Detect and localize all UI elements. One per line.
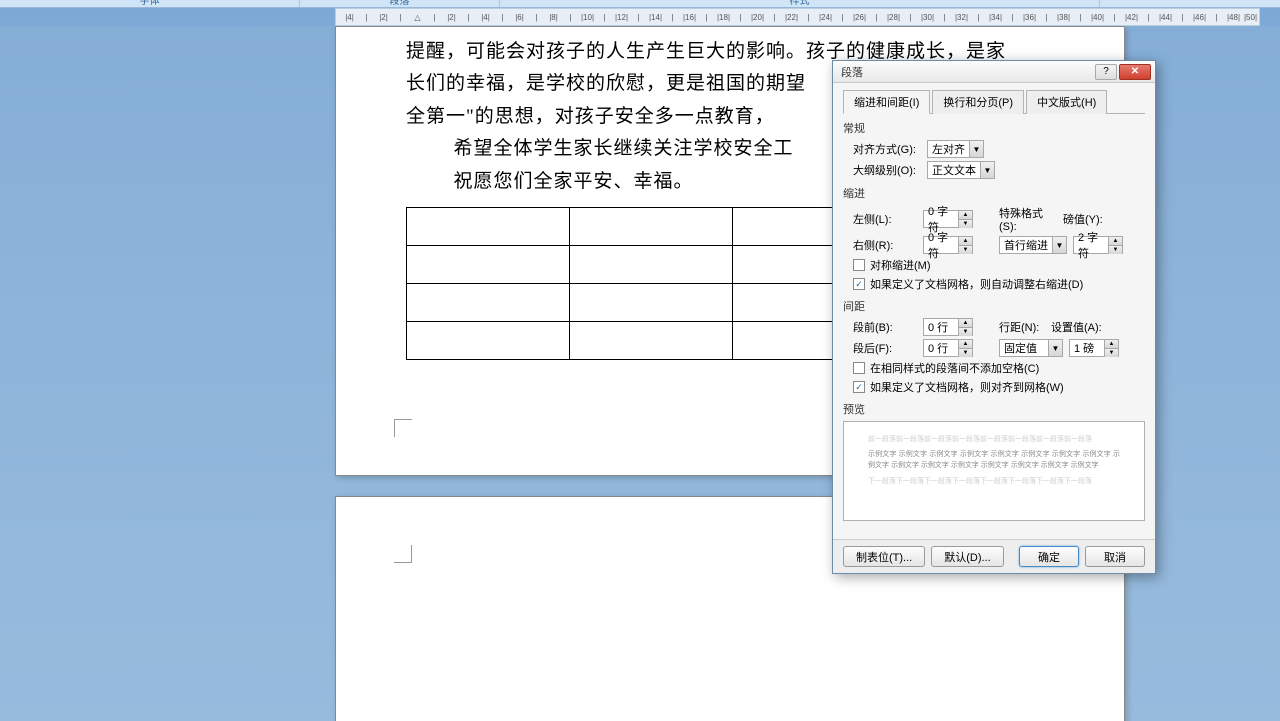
help-button[interactable]: ? bbox=[1095, 64, 1117, 80]
spinner-down-icon[interactable]: ▼ bbox=[959, 246, 972, 254]
section-spacing-label: 间距 bbox=[843, 298, 1145, 314]
line-spacing-combo[interactable]: 固定值 ▼ bbox=[999, 339, 1063, 357]
spinner-down-icon[interactable]: ▼ bbox=[959, 220, 972, 228]
dialog-footer: 制表位(T)... 默认(D)... 确定 取消 bbox=[833, 539, 1155, 573]
snap-to-grid-label: 如果定义了文档网格，则对齐到网格(W) bbox=[870, 379, 1064, 395]
outline-value: 正文文本 bbox=[928, 162, 980, 178]
by-value: 2 字符 bbox=[1074, 229, 1108, 261]
chevron-down-icon: ▼ bbox=[1048, 340, 1062, 356]
spinner-up-icon[interactable]: ▲ bbox=[959, 319, 972, 328]
section-indent-label: 缩进 bbox=[843, 185, 1145, 201]
space-after-spinner[interactable]: 0 行 ▲▼ bbox=[923, 339, 973, 357]
table-row[interactable] bbox=[407, 245, 896, 283]
space-after-value: 0 行 bbox=[924, 340, 958, 356]
ribbon-section-font: 字体 bbox=[0, 0, 300, 7]
alignment-label: 对齐方式(G): bbox=[853, 141, 923, 157]
space-before-label: 段前(B): bbox=[853, 319, 917, 335]
paragraph-dialog: 段落 ? ✕ 缩进和间距(I) 换行和分页(P) 中文版式(H) 常规 对齐方式… bbox=[832, 60, 1156, 574]
set-at-value: 1 磅 bbox=[1070, 340, 1104, 356]
no-space-same-style-label: 在相同样式的段落间不添加空格(C) bbox=[870, 360, 1039, 376]
snap-to-grid-checkbox[interactable]: ✓ bbox=[853, 381, 865, 393]
alignment-value: 左对齐 bbox=[928, 141, 969, 157]
spinner-up-icon[interactable]: ▲ bbox=[959, 340, 972, 349]
no-space-same-style-checkbox[interactable] bbox=[853, 362, 865, 374]
spinner-down-icon[interactable]: ▼ bbox=[959, 328, 972, 336]
ribbon-section-styles: 样式 bbox=[500, 0, 1100, 7]
special-format-label: 特殊格式(S): bbox=[999, 205, 1057, 233]
table-row[interactable] bbox=[407, 321, 896, 359]
tab-chinese-typography[interactable]: 中文版式(H) bbox=[1026, 90, 1107, 114]
indent-left-spinner[interactable]: 0 字符 ▲▼ bbox=[923, 210, 973, 228]
outline-combo[interactable]: 正文文本 ▼ bbox=[927, 161, 995, 179]
by-spinner[interactable]: 2 字符 ▲▼ bbox=[1073, 236, 1123, 254]
close-button[interactable]: ✕ bbox=[1119, 64, 1151, 80]
spinner-down-icon[interactable]: ▼ bbox=[959, 349, 972, 357]
ribbon-bar: 字体 段落 样式 bbox=[0, 0, 1280, 8]
spinner-up-icon[interactable]: ▲ bbox=[1105, 340, 1118, 349]
outline-label: 大纲级别(O): bbox=[853, 162, 923, 178]
page-margin-marker bbox=[394, 419, 412, 437]
tabs-button[interactable]: 制表位(T)... bbox=[843, 546, 925, 567]
spinner-up-icon[interactable]: ▲ bbox=[959, 237, 972, 246]
space-after-label: 段后(F): bbox=[853, 340, 917, 356]
space-before-value: 0 行 bbox=[924, 319, 958, 335]
auto-adjust-indent-label: 如果定义了文档网格，则自动调整右缩进(D) bbox=[870, 276, 1083, 292]
tab-line-page-breaks[interactable]: 换行和分页(P) bbox=[932, 90, 1024, 114]
set-at-label: 设置值(A): bbox=[1051, 319, 1107, 335]
auto-adjust-indent-checkbox[interactable]: ✓ bbox=[853, 278, 865, 290]
dialog-tabs: 缩进和间距(I) 换行和分页(P) 中文版式(H) bbox=[843, 89, 1145, 114]
mirror-indent-label: 对称缩进(M) bbox=[870, 257, 931, 273]
set-at-spinner[interactable]: 1 磅 ▲▼ bbox=[1069, 339, 1119, 357]
table-row[interactable] bbox=[407, 283, 896, 321]
indent-left-label: 左侧(L): bbox=[853, 211, 917, 227]
by-label: 磅值(Y): bbox=[1063, 211, 1105, 227]
indent-right-label: 右侧(R): bbox=[853, 237, 917, 253]
spinner-down-icon[interactable]: ▼ bbox=[1105, 349, 1118, 357]
dialog-title: 段落 bbox=[841, 64, 1093, 80]
chevron-down-icon: ▼ bbox=[1052, 237, 1066, 253]
line-spacing-label: 行距(N): bbox=[999, 319, 1045, 335]
chevron-down-icon: ▼ bbox=[969, 141, 983, 157]
ok-button[interactable]: 确定 bbox=[1019, 546, 1079, 567]
space-before-spinner[interactable]: 0 行 ▲▼ bbox=[923, 318, 973, 336]
spinner-down-icon[interactable]: ▼ bbox=[1109, 246, 1122, 254]
spinner-up-icon[interactable]: ▲ bbox=[959, 211, 972, 220]
ribbon-section-paragraph: 段落 bbox=[300, 0, 500, 7]
table-row[interactable] bbox=[407, 207, 896, 245]
line-spacing-value: 固定值 bbox=[1000, 340, 1048, 356]
ruler-marks: |4|||2|| △||2|| |4|||6|| |8|||10|| |12||… bbox=[336, 9, 1259, 25]
special-format-combo[interactable]: 首行缩进 ▼ bbox=[999, 236, 1067, 254]
special-format-value: 首行缩进 bbox=[1000, 237, 1052, 253]
dialog-titlebar[interactable]: 段落 ? ✕ bbox=[833, 61, 1155, 83]
preview-box: 前一段落前一段落前一段落前一段落前一段落前一段落前一段落前一段落 示例文字 示例… bbox=[843, 421, 1145, 521]
indent-right-spinner[interactable]: 0 字符 ▲▼ bbox=[923, 236, 973, 254]
alignment-combo[interactable]: 左对齐 ▼ bbox=[927, 140, 984, 158]
mirror-indent-checkbox[interactable] bbox=[853, 259, 865, 271]
section-general-label: 常规 bbox=[843, 120, 1145, 136]
tab-indent-spacing[interactable]: 缩进和间距(I) bbox=[843, 90, 930, 114]
horizontal-ruler[interactable]: |4|||2|| △||2|| |4|||6|| |8|||10|| |12||… bbox=[335, 8, 1260, 26]
default-button[interactable]: 默认(D)... bbox=[931, 546, 1003, 567]
cancel-button[interactable]: 取消 bbox=[1085, 546, 1145, 567]
section-preview-label: 预览 bbox=[843, 401, 1145, 417]
spinner-up-icon[interactable]: ▲ bbox=[1109, 237, 1122, 246]
chevron-down-icon: ▼ bbox=[980, 162, 994, 178]
document-table[interactable] bbox=[406, 207, 896, 360]
page-margin-marker bbox=[394, 545, 412, 563]
